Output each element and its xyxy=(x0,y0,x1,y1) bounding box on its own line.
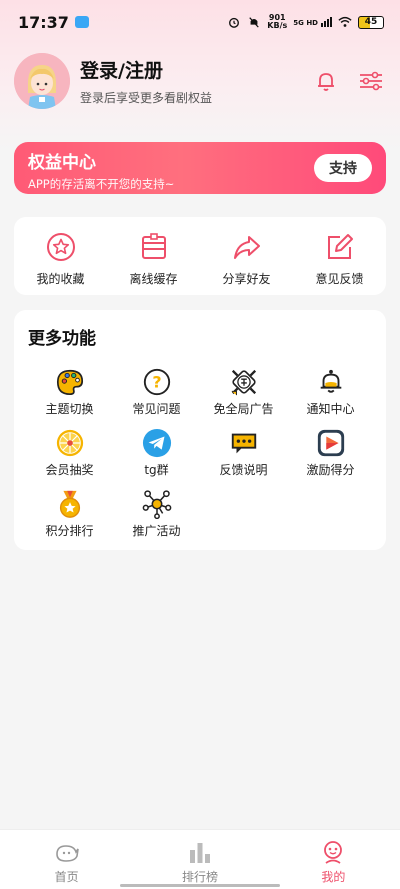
mute-icon xyxy=(249,17,260,28)
no-ads-button[interactable]: 免全局广告 xyxy=(200,367,287,422)
telegram-icon xyxy=(142,428,171,458)
download-box-icon xyxy=(141,233,166,259)
feedback-guide-button[interactable]: 反馈说明 xyxy=(200,428,287,483)
member-lottery-button[interactable]: 会员抽奖 xyxy=(26,428,113,483)
notification-center-button[interactable]: 通知中心 xyxy=(287,367,374,422)
theme-switch-label: 主题切换 xyxy=(45,402,94,416)
no-ads-label: 免全局广告 xyxy=(213,402,274,416)
bell-icon[interactable] xyxy=(314,69,338,93)
offline-cache-button[interactable]: 离线缓存 xyxy=(107,217,200,295)
faq-button[interactable]: ? 常见问题 xyxy=(113,367,200,422)
incentive-score-label: 激励得分 xyxy=(306,463,355,477)
favorites-label: 我的收藏 xyxy=(36,272,85,286)
member-lottery-label: 会员抽奖 xyxy=(45,463,94,477)
palette-icon xyxy=(56,369,83,396)
network-speed-unit: KB/s xyxy=(267,21,288,30)
tab-mine[interactable]: 我的 xyxy=(267,830,400,889)
settings-sliders-icon[interactable] xyxy=(358,69,384,93)
home-indicator[interactable] xyxy=(120,884,280,887)
quick-actions-card: 我的收藏 离线缓存 分享好友 意见反馈 xyxy=(14,217,386,295)
bell-icon xyxy=(320,369,341,393)
tg-group-label: tg群 xyxy=(144,463,169,477)
support-button[interactable]: 支持 xyxy=(314,154,372,182)
tab-ranking[interactable]: 排行榜 xyxy=(133,830,266,889)
battery-level: 45 xyxy=(364,17,378,27)
avatar-girl-icon xyxy=(14,53,70,109)
profile-icon xyxy=(324,841,343,864)
faq-label: 常见问题 xyxy=(132,402,181,416)
more-features-title: 更多功能 xyxy=(28,329,96,349)
network-type: 5G HD xyxy=(293,19,318,27)
bottom-tab-bar: 首页 排行榜 我的 xyxy=(0,829,400,889)
tab-home[interactable]: 首页 xyxy=(0,830,133,889)
tg-group-button[interactable]: tg群 xyxy=(113,428,200,483)
share-arrow-icon xyxy=(233,236,260,259)
more-features-card: 更多功能 主题切换 ? 常见问题 免全局广告 通知中心 会员抽奖 tg群 反馈说… xyxy=(14,310,386,550)
theme-switch-button[interactable]: 主题切换 xyxy=(26,367,113,422)
tab-ranking-label: 排行榜 xyxy=(181,870,218,884)
network-speed: 901 KB/s xyxy=(267,14,287,30)
ranking-icon xyxy=(189,843,210,863)
app-notification-icon xyxy=(74,16,89,28)
feedback-guide-label: 反馈说明 xyxy=(219,463,268,477)
points-ranking-label: 积分排行 xyxy=(45,524,94,538)
feedback-button[interactable]: 意见反馈 xyxy=(293,217,386,295)
chat-bubble-icon xyxy=(231,433,256,454)
offline-cache-label: 离线缓存 xyxy=(129,272,178,286)
login-subtitle: 登录后享受更多看剧权益 xyxy=(80,91,213,105)
question-icon: ? xyxy=(143,368,170,396)
tab-home-label: 首页 xyxy=(54,870,79,884)
medal-icon xyxy=(59,490,80,518)
incentive-score-button[interactable]: 激励得分 xyxy=(287,428,374,483)
avatar[interactable] xyxy=(14,53,70,109)
alarm-icon xyxy=(229,17,240,28)
home-icon xyxy=(55,845,79,862)
wifi-icon xyxy=(338,16,352,27)
status-time: 17:37 xyxy=(18,12,69,32)
share-friends-button[interactable]: 分享好友 xyxy=(200,217,293,295)
tab-mine-label: 我的 xyxy=(321,870,346,884)
profile-header: 登录/注册 登录后享受更多看剧权益 xyxy=(14,50,386,112)
promotion-label: 推广活动 xyxy=(132,524,181,538)
network-icon xyxy=(142,490,171,519)
favorites-button[interactable]: 我的收藏 xyxy=(14,217,107,295)
feedback-label: 意见反馈 xyxy=(315,272,364,286)
share-friends-label: 分享好友 xyxy=(222,272,271,286)
no-ads-icon xyxy=(231,369,256,396)
signal-icon: 5G HD xyxy=(293,17,332,27)
svg-text:?: ? xyxy=(152,373,161,392)
login-register-link[interactable]: 登录/注册 xyxy=(80,56,212,83)
points-ranking-button[interactable]: 积分排行 xyxy=(26,489,113,544)
promotion-button[interactable]: 推广活动 xyxy=(113,489,200,544)
status-bar: 17:37 901 KB/s 5G HD 45 xyxy=(0,0,400,44)
lottery-wheel-icon xyxy=(56,429,83,457)
benefits-banner[interactable]: 权益中心 APP的存活离不开您的支持~ 支持 xyxy=(14,142,386,194)
edit-icon xyxy=(327,234,353,259)
battery-indicator: 45 xyxy=(358,15,384,29)
play-video-icon xyxy=(317,429,344,457)
notification-center-label: 通知中心 xyxy=(306,402,355,416)
star-circle-icon xyxy=(46,233,75,261)
